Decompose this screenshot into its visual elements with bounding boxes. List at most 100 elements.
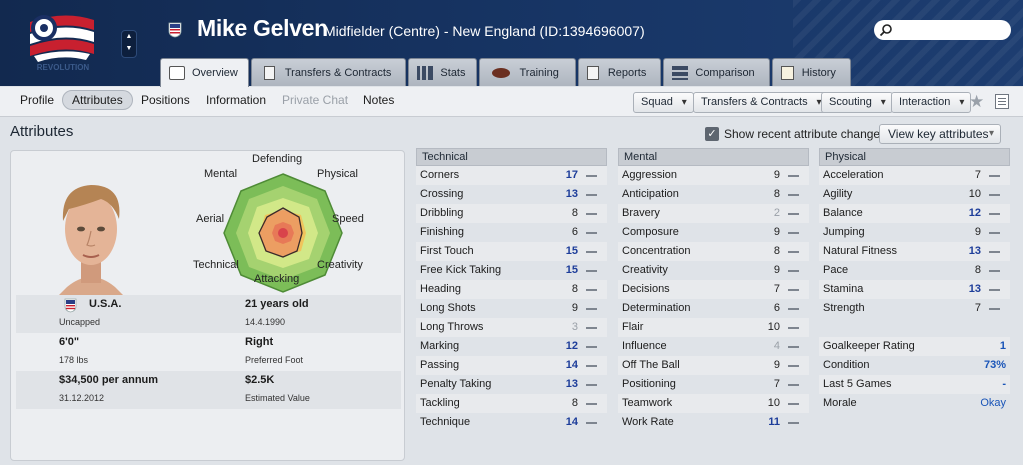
info-row-physique: 6'0" 178 lbs Right Preferred Foot — [16, 333, 401, 371]
attribute-value: 9 — [571, 302, 578, 314]
no-change-indicator-icon — [586, 194, 597, 196]
tab-reports[interactable]: Reports — [577, 58, 662, 86]
attribute-row[interactable]: Long Throws 3 — [416, 318, 607, 337]
attribute-name: Morale — [823, 397, 857, 409]
football-icon — [491, 67, 510, 78]
attribute-name: Corners — [420, 169, 460, 181]
attribute-name: Concentration — [622, 245, 691, 257]
tab-training[interactable]: Training — [478, 58, 576, 86]
attribute-row[interactable]: Bravery 2 — [618, 204, 809, 223]
attribute-row[interactable]: Last 5 Games - — [819, 375, 1010, 394]
stats-bars-icon — [417, 65, 434, 80]
player-switch-arrows-icon[interactable]: ▲ ▼ — [121, 30, 137, 58]
attribute-row[interactable]: Balance 12 — [819, 204, 1010, 223]
attribute-row[interactable]: Goalkeeper Rating 1 — [819, 337, 1010, 356]
attribute-row[interactable]: Concentration 8 — [618, 242, 809, 261]
subnav-profile[interactable]: Profile — [20, 93, 54, 107]
add-note-icon[interactable] — [995, 94, 1009, 109]
attribute-row[interactable]: Long Shots 9 — [416, 299, 607, 318]
nationality-value[interactable]: U.S.A. — [89, 298, 121, 310]
attribute-row[interactable]: Influence 4 — [618, 337, 809, 356]
attribute-name: Aggression — [622, 169, 678, 181]
attribute-row[interactable]: Condition 73% — [819, 356, 1010, 375]
attribute-value: 7 — [974, 169, 981, 181]
attribute-row[interactable]: Anticipation 8 — [618, 185, 809, 204]
view-key-attributes-button[interactable]: View key attributes — [879, 124, 1001, 144]
info-row-nationality: U.S.A. Uncapped 21 years old 14.4.1990 — [16, 295, 401, 333]
attribute-row[interactable]: Stamina 13 — [819, 280, 1010, 299]
attribute-row[interactable]: Determination 6 — [618, 299, 809, 318]
attribute-value: 9 — [974, 226, 981, 238]
attribute-row[interactable]: Morale Okay — [819, 394, 1010, 413]
attribute-row[interactable]: Dribbling 8 — [416, 204, 607, 223]
subnav-notes[interactable]: Notes — [363, 93, 394, 107]
attribute-row[interactable]: Work Rate 11 — [618, 413, 809, 432]
preferred-foot-value: Right — [245, 336, 274, 348]
attribute-row[interactable]: Decisions 7 — [618, 280, 809, 299]
attribute-value: 8 — [571, 207, 578, 219]
attribute-name: Goalkeeper Rating — [823, 340, 915, 352]
attribute-name: Natural Fitness — [823, 245, 897, 257]
technical-attributes-table: Technical Corners 17 Crossing 13 Dribbling 8 F… — [416, 148, 607, 432]
subnav-attributes[interactable]: Attributes — [62, 90, 133, 110]
radar-label-creativity: Creativity — [317, 259, 363, 271]
attribute-row[interactable]: Aggression 9 — [618, 166, 809, 185]
attribute-name: Passing — [420, 359, 460, 371]
info-row-contract: $34,500 per annum 31.12.2012 $2.5K Estim… — [16, 371, 401, 409]
attribute-name: Long Throws — [420, 321, 484, 333]
attribute-row[interactable]: Off The Ball 9 — [618, 356, 809, 375]
tab-overview[interactable]: Overview — [160, 58, 249, 87]
attribute-name: Strength — [823, 302, 865, 314]
attribute-row[interactable]: Flair 10 — [618, 318, 809, 337]
attribute-row[interactable]: Finishing 6 — [416, 223, 607, 242]
club-name-small: REVOLUTION — [36, 63, 90, 72]
tab-comparison[interactable]: Comparison — [663, 58, 770, 86]
attribute-value: 9 — [773, 226, 780, 238]
attribute-name: Decisions — [622, 283, 670, 295]
attribute-row[interactable]: Composure 9 — [618, 223, 809, 242]
squad-dropdown[interactable]: Squad — [633, 92, 694, 113]
attribute-value: 2 — [773, 207, 780, 219]
caps-label: Uncapped — [59, 317, 101, 327]
history-icon — [780, 65, 794, 80]
no-change-indicator-icon — [586, 327, 597, 329]
attribute-row[interactable]: Marking 12 — [416, 337, 607, 356]
attribute-row[interactable]: Free Kick Taking 15 — [416, 261, 607, 280]
attribute-row[interactable]: Penalty Taking 13 — [416, 375, 607, 394]
attribute-row[interactable]: Corners 17 — [416, 166, 607, 185]
star-icon[interactable]: ★ — [969, 92, 984, 112]
subnav-information[interactable]: Information — [206, 93, 266, 107]
attribute-value: 10 — [767, 321, 780, 333]
attribute-row[interactable]: Tackling 8 — [416, 394, 607, 413]
no-change-indicator-icon — [788, 308, 799, 310]
tab-stats[interactable]: Stats — [408, 58, 477, 86]
attribute-row[interactable]: Technique 14 — [416, 413, 607, 432]
scouting-dropdown[interactable]: Scouting — [821, 92, 893, 113]
search-input[interactable] — [874, 20, 1011, 40]
no-change-indicator-icon — [586, 384, 597, 386]
attribute-row[interactable]: Strength 7 — [819, 299, 1010, 318]
dob-value: 14.4.1990 — [245, 317, 286, 327]
attribute-row[interactable]: Teamwork 10 — [618, 394, 809, 413]
no-change-indicator-icon — [788, 251, 799, 253]
attribute-row[interactable]: Crossing 13 — [416, 185, 607, 204]
attribute-row[interactable]: Pace 8 — [819, 261, 1010, 280]
attribute-value: 9 — [773, 169, 780, 181]
attribute-row[interactable]: Passing 14 — [416, 356, 607, 375]
attribute-row[interactable]: Natural Fitness 13 — [819, 242, 1010, 261]
attribute-row[interactable]: Jumping 9 — [819, 223, 1010, 242]
tab-transfers-contracts[interactable]: Transfers & Contracts — [250, 58, 407, 86]
tab-history[interactable]: History — [771, 58, 851, 86]
attribute-row[interactable]: Heading 8 — [416, 280, 607, 299]
subnav-positions[interactable]: Positions — [141, 93, 190, 107]
show-recent-changes-checkbox[interactable]: ✓ — [705, 127, 719, 141]
attribute-row[interactable]: Acceleration 7 — [819, 166, 1010, 185]
transfers-contracts-dropdown[interactable]: Transfers & Contracts — [693, 92, 829, 113]
attribute-row[interactable]: Creativity 9 — [618, 261, 809, 280]
attribute-row[interactable]: First Touch 15 — [416, 242, 607, 261]
attribute-value: 10 — [968, 188, 981, 200]
attribute-row[interactable]: Agility 10 — [819, 185, 1010, 204]
attribute-value: 73% — [983, 359, 1006, 371]
attribute-row[interactable]: Positioning 7 — [618, 375, 809, 394]
interaction-dropdown[interactable]: Interaction — [891, 92, 972, 113]
